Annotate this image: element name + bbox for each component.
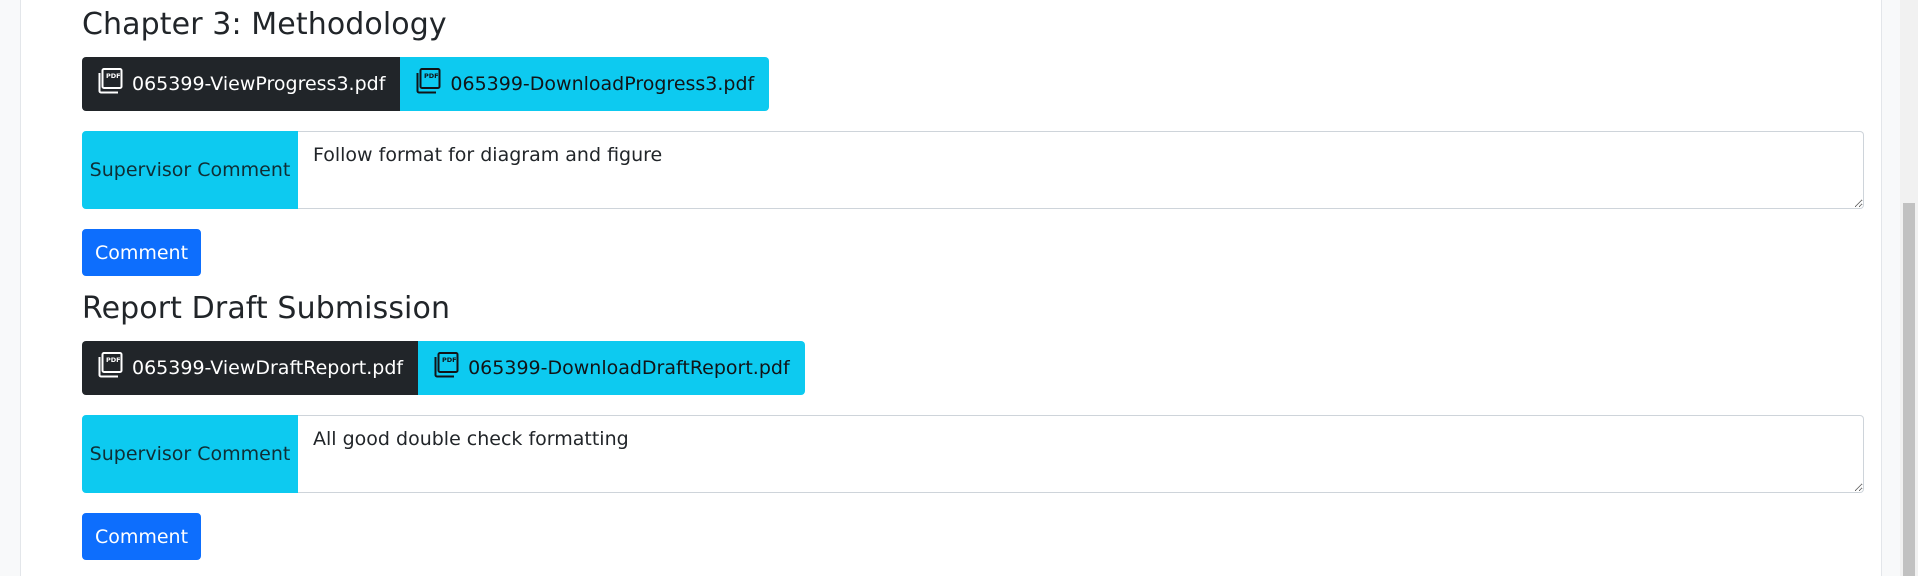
view-file-button[interactable]: PDF 065399-ViewProgress3.pdf [82, 57, 401, 111]
download-file-label: 065399-DownloadDraftReport.pdf [468, 357, 790, 379]
file-button-group: PDF 065399-ViewDraftReport.pdf PDF 06539… [82, 341, 805, 395]
pdf-files-icon: PDF [98, 66, 124, 94]
supervisor-comment-group: Supervisor Comment Follow format for dia… [82, 131, 1864, 209]
svg-text:PDF: PDF [106, 72, 121, 80]
svg-text:PDF: PDF [106, 356, 121, 364]
section-title: Chapter 3: Methodology [82, 7, 447, 42]
section-title: Report Draft Submission [82, 291, 451, 326]
supervisor-comment-label: Supervisor Comment [82, 415, 298, 493]
supervisor-comment-group: Supervisor Comment All good double check… [82, 415, 1864, 493]
pdf-files-icon: PDF [98, 350, 124, 378]
supervisor-comment-field[interactable]: All good double check formatting [298, 415, 1864, 493]
vertical-scrollbar[interactable] [1900, 0, 1918, 576]
content-card: Chapter 3: Methodology PDF 065399-ViewPr… [20, 0, 1882, 576]
comment-button[interactable]: Comment [82, 513, 201, 560]
supervisor-comment-field[interactable]: Follow format for diagram and figure [298, 131, 1864, 209]
pdf-files-icon: PDF [434, 350, 460, 378]
svg-text:PDF: PDF [424, 72, 439, 80]
scrollbar-thumb[interactable] [1903, 203, 1915, 576]
pdf-files-icon: PDF [416, 66, 442, 94]
report-draft-section: Report Draft Submission PDF 065399-ViewD… [82, 289, 1864, 560]
page: Chapter 3: Methodology PDF 065399-ViewPr… [0, 0, 1918, 576]
svg-text:PDF: PDF [442, 356, 457, 364]
view-file-button[interactable]: PDF 065399-ViewDraftReport.pdf [82, 341, 419, 395]
download-file-label: 065399-DownloadProgress3.pdf [450, 73, 755, 95]
comment-button[interactable]: Comment [82, 229, 201, 276]
file-button-group: PDF 065399-ViewProgress3.pdf PDF 065399-… [82, 57, 770, 111]
supervisor-comment-label: Supervisor Comment [82, 131, 298, 209]
download-file-button[interactable]: PDF 065399-DownloadProgress3.pdf [400, 57, 770, 111]
chapter-3-section: Chapter 3: Methodology PDF 065399-ViewPr… [82, 5, 1864, 276]
view-file-label: 065399-ViewProgress3.pdf [132, 73, 386, 95]
view-file-label: 065399-ViewDraftReport.pdf [132, 357, 404, 379]
download-file-button[interactable]: PDF 065399-DownloadDraftReport.pdf [418, 341, 805, 395]
